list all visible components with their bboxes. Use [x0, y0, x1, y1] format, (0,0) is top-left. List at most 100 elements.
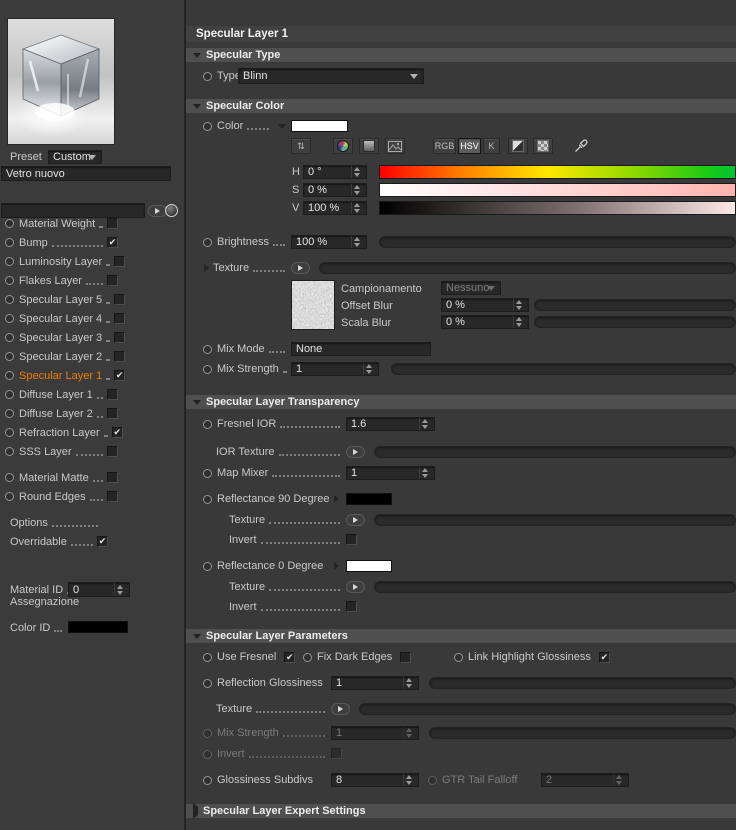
channel-checkbox[interactable] — [114, 256, 126, 267]
channel-specular-layer-3[interactable]: Specular Layer 3 — [0, 328, 126, 347]
material-id-spinner[interactable]: 0 — [68, 582, 130, 597]
channel-dot[interactable] — [5, 276, 14, 285]
channel-dot[interactable] — [5, 295, 14, 304]
spinner-arrows-icon[interactable] — [351, 184, 362, 196]
offset-blur-slider[interactable] — [534, 299, 736, 311]
channel-material-weight[interactable]: Material Weight — [0, 214, 119, 233]
reflectance-90-swatch[interactable] — [346, 493, 392, 505]
glossiness-subdivs-spinner[interactable]: 8 — [331, 773, 419, 787]
spinner-arrows-icon[interactable] — [513, 299, 524, 311]
param-dot[interactable] — [203, 237, 212, 247]
channel-checkbox[interactable] — [107, 408, 118, 419]
channel-dot[interactable] — [5, 257, 14, 266]
channel-specular-layer-4[interactable]: Specular Layer 4 — [0, 309, 126, 328]
param-dot[interactable] — [203, 678, 212, 688]
texture-link-bar[interactable] — [319, 262, 736, 274]
scale-blur-slider[interactable] — [534, 316, 736, 328]
options-item[interactable]: Options — [0, 513, 102, 532]
channel-checkbox[interactable] — [114, 351, 126, 362]
brightness-slider[interactable] — [379, 236, 736, 248]
param-dot[interactable] — [203, 121, 212, 131]
value-gradient-slider[interactable] — [379, 201, 736, 215]
type-dropdown[interactable]: Blinn — [238, 68, 424, 84]
mix-strength-spinner[interactable]: 1 — [291, 362, 379, 376]
channel-checkbox[interactable]: ✔ — [114, 370, 126, 381]
mix-strength-slider[interactable] — [391, 363, 736, 375]
rgb-mode-button[interactable]: RGB — [433, 138, 456, 154]
spinner-arrows-icon[interactable] — [403, 774, 414, 786]
sampling-dropdown[interactable]: Nessuno — [441, 281, 501, 295]
channel-checkbox[interactable] — [107, 446, 118, 457]
channel-luminosity-layer[interactable]: Luminosity Layer — [0, 252, 126, 271]
spinner-arrows-icon[interactable] — [419, 418, 430, 430]
texture-thumbnail[interactable] — [291, 280, 335, 330]
channel-diffuse-layer-1[interactable]: Diffuse Layer 1 — [0, 385, 118, 404]
color-expander-icon[interactable] — [278, 124, 286, 129]
channel-dot[interactable] — [5, 447, 14, 456]
spinner-arrows-icon[interactable] — [513, 316, 524, 328]
channel-checkbox[interactable] — [107, 491, 118, 502]
ior-texture-popup-button[interactable] — [346, 446, 365, 458]
hsv-mode-button[interactable]: HSV — [458, 138, 481, 154]
reflection-glossiness-slider[interactable] — [429, 677, 736, 689]
spinner-arrows-icon[interactable] — [351, 166, 362, 178]
saturation-spinner[interactable]: 0 % — [303, 183, 367, 197]
channel-checkbox[interactable] — [107, 218, 119, 229]
section-header-expert-settings[interactable]: Specular Layer Expert Settings — [186, 803, 736, 819]
param-dot[interactable] — [203, 652, 212, 662]
channel-dot[interactable] — [5, 371, 14, 380]
channel-checkbox[interactable] — [114, 332, 126, 343]
mix-mode-dropdown[interactable]: None — [291, 342, 431, 356]
use-fresnel-checkbox[interactable]: ✔ — [284, 651, 296, 663]
compact-picker-button[interactable]: ⇅ — [291, 138, 311, 154]
channel-checkbox[interactable]: ✔ — [107, 237, 118, 248]
texture-link-bar[interactable] — [374, 514, 736, 526]
section-header-specular-type[interactable]: Specular Type — [186, 48, 736, 62]
expander-triangle-icon[interactable] — [204, 264, 209, 272]
expander-triangle-icon[interactable] — [334, 495, 339, 503]
kelvin-mode-button[interactable]: K — [483, 138, 500, 154]
map-mixer-spinner[interactable]: 1 — [346, 466, 435, 480]
specular-color-swatch[interactable] — [291, 120, 348, 132]
texture-popup-button[interactable] — [346, 581, 365, 593]
scale-blur-spinner[interactable]: 0 % — [441, 315, 529, 329]
invert-checkbox[interactable] — [346, 601, 357, 612]
channel-dot[interactable] — [5, 333, 14, 342]
shader-ball-icon[interactable] — [165, 204, 178, 217]
link-highlight-checkbox[interactable]: ✔ — [598, 651, 610, 663]
channel-round-edges[interactable]: Round Edges — [0, 487, 118, 506]
texture-popup-button[interactable] — [331, 703, 350, 715]
channel-checkbox[interactable] — [107, 275, 118, 286]
value-spinner[interactable]: 100 % — [303, 201, 367, 215]
channel-checkbox[interactable] — [107, 389, 118, 400]
reflectance-0-swatch[interactable] — [346, 560, 392, 572]
channel-dot[interactable] — [5, 314, 14, 323]
offset-blur-spinner[interactable]: 0 % — [441, 298, 529, 312]
spinner-arrows-icon[interactable] — [363, 363, 374, 375]
param-dot[interactable] — [203, 364, 212, 374]
mixer-button[interactable] — [508, 138, 528, 154]
channel-dot[interactable] — [5, 473, 14, 482]
channel-dot[interactable] — [5, 492, 14, 501]
eyedropper-button[interactable] — [571, 138, 591, 154]
channel-specular-layer-1-selected[interactable]: Specular Layer 1 ✔ — [0, 366, 126, 385]
spinner-arrows-icon[interactable] — [403, 677, 414, 689]
spinner-arrows-icon[interactable] — [351, 202, 362, 214]
channel-dot[interactable] — [5, 428, 14, 437]
texture-popup-button[interactable] — [291, 262, 310, 274]
overridable-checkbox[interactable]: ✔ — [97, 536, 108, 547]
material-preview[interactable] — [7, 18, 115, 145]
ior-texture-link-bar[interactable] — [374, 446, 736, 458]
channel-dot[interactable] — [5, 219, 14, 228]
section-header-specular-color[interactable]: Specular Color — [186, 99, 736, 113]
saturation-gradient-slider[interactable] — [379, 183, 736, 197]
channel-dot[interactable] — [5, 352, 14, 361]
section-header-transparency[interactable]: Specular Layer Transparency — [186, 395, 736, 409]
channel-checkbox[interactable] — [107, 472, 118, 483]
channel-specular-layer-5[interactable]: Specular Layer 5 — [0, 290, 126, 309]
preset-dropdown[interactable]: Custom — [48, 150, 102, 164]
channel-specular-layer-2[interactable]: Specular Layer 2 — [0, 347, 126, 366]
hue-spinner[interactable]: 0 ° — [303, 165, 367, 179]
channel-checkbox[interactable]: ✔ — [111, 427, 123, 438]
color-wheel-button[interactable] — [333, 138, 353, 154]
